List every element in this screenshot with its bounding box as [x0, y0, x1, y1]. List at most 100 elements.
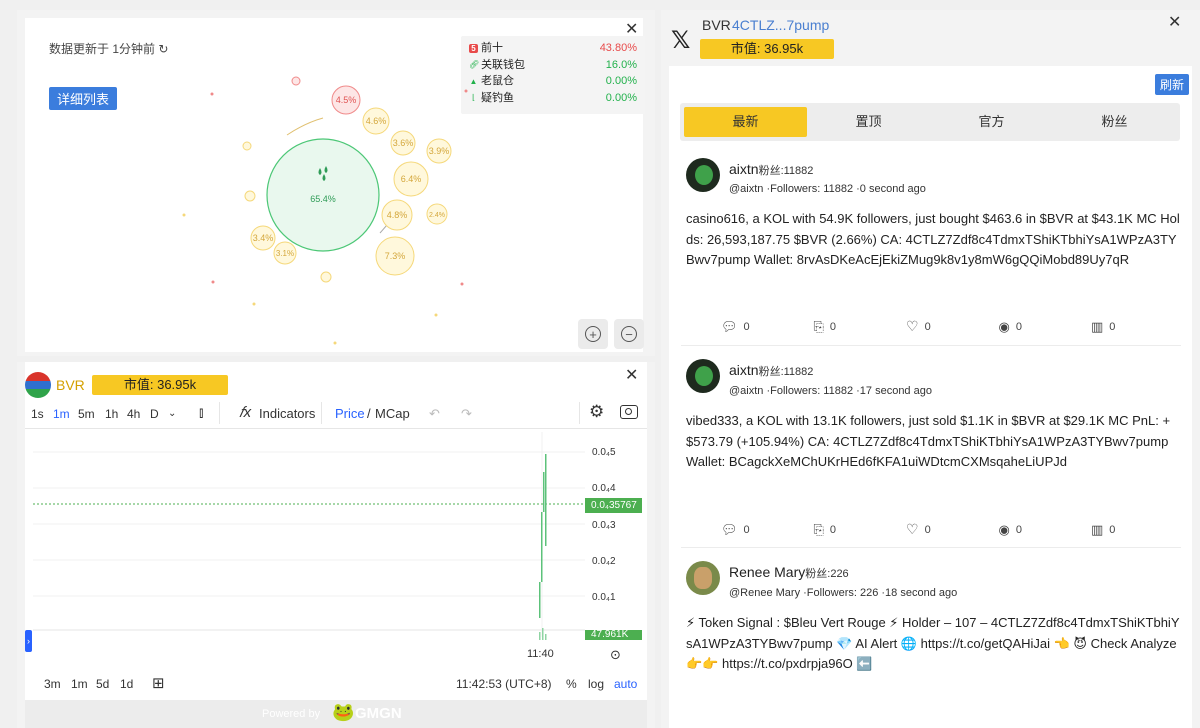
gear-icon[interactable]: ⚙	[589, 402, 604, 422]
user-handle: @aixtn ·Followers: 11882 ·0 second ago	[729, 183, 926, 195]
bubble[interactable]	[426, 138, 452, 164]
timeframe-1m[interactable]: 1m	[53, 407, 70, 421]
comment-icon: 💬︎	[721, 521, 738, 537]
bubble[interactable]	[393, 161, 429, 197]
candle	[541, 512, 543, 582]
bubble[interactable]	[273, 241, 297, 265]
price-tick: 0.0₄5	[592, 447, 616, 458]
contract-address[interactable]: 4CTLZ...7pump	[732, 17, 829, 33]
minus-icon: −	[621, 326, 637, 342]
indicators-button[interactable]: Indicators	[259, 406, 315, 421]
zoom-out-button[interactable]: −	[614, 319, 644, 349]
candle	[543, 472, 545, 512]
like-button[interactable]: ♡ 0	[906, 318, 966, 335]
tab-fans[interactable]: 粉丝	[1053, 107, 1176, 137]
tweet-actions: 💬︎ 0 ⎘ 0 ♡ 0 ◉ 0 ▥ 0	[721, 318, 1151, 335]
range-3m[interactable]: 3m	[44, 677, 61, 691]
brand-name: GMGN	[355, 705, 402, 722]
redo-icon[interactable]: ↷	[461, 406, 472, 422]
powered-by-text: Powered by	[262, 708, 321, 720]
price-tick: 0.0₄4	[592, 483, 616, 494]
log-toggle[interactable]: log	[588, 677, 604, 691]
timeframe-1s[interactable]: 1s	[31, 407, 44, 421]
market-cap-badge: 市值: 36.95k	[700, 39, 834, 59]
refresh-icon[interactable]: ↻	[158, 42, 168, 56]
bubble[interactable]	[381, 199, 413, 231]
bubble[interactable]	[266, 138, 380, 252]
bubble-map: 数据更新于 1分钟前 ↻ 详细列表 ✕ 5 前十 43.80% 🔗︎ 关联钱包 16…	[25, 18, 645, 352]
camera-icon[interactable]	[620, 405, 638, 419]
tab-official[interactable]: 官方	[930, 107, 1053, 137]
bubble[interactable]	[426, 203, 448, 225]
stats-button[interactable]: ▥ 0	[1091, 521, 1151, 538]
bubble[interactable]	[375, 236, 415, 276]
like-button[interactable]: ♡ 0	[906, 521, 966, 538]
legend-row[interactable]: 🔗︎ 关联钱包 16.0%	[469, 57, 637, 74]
bubble[interactable]	[390, 130, 416, 156]
chart-panel: BVR 市值: 36.95k ✕ 1s 1m 5m 1h 4h D ⌄ ⫾ 𝑓x…	[17, 362, 655, 728]
bubble[interactable]	[331, 85, 361, 115]
avatar[interactable]	[686, 561, 720, 595]
retweet-button[interactable]: ⎘ 0	[814, 318, 874, 335]
heart-icon: ♡	[906, 318, 919, 334]
user-name: aixtn粉丝:11882	[729, 362, 814, 378]
legend-row[interactable]: ▲ 老鼠仓 0.00%	[469, 73, 637, 90]
close-icon[interactable]: ✕	[1168, 15, 1181, 31]
holder-legend: 5 前十 43.80% 🔗︎ 关联钱包 16.0% ▲ 老鼠仓 0.00% ⌊ 疑钓鱼 …	[461, 36, 645, 114]
legend-row[interactable]: ⌊ 疑钓鱼 0.00%	[469, 90, 637, 107]
user-handle: @Renee Mary ·Followers: 226 ·18 second a…	[729, 587, 958, 599]
detail-list-button[interactable]: 详细列表	[49, 87, 118, 110]
frog-logo-icon: 🐸	[332, 702, 355, 722]
eye-icon: ◉	[998, 318, 1010, 334]
refresh-button[interactable]: 刷新	[1155, 74, 1190, 95]
footer: Powered by 🐸 GMGN	[25, 700, 647, 728]
x-logo-icon: 𝕏	[671, 27, 691, 54]
fishing-icon: ⌊	[471, 93, 476, 103]
legend-row[interactable]: 5 前十 43.80%	[469, 40, 637, 57]
range-5d[interactable]: 5d	[96, 677, 109, 691]
bubble[interactable]	[250, 225, 276, 251]
price-chart-widget: BVR 市值: 36.95k ✕ 1s 1m 5m 1h 4h D ⌄ ⫾ 𝑓x…	[25, 362, 647, 728]
chevron-down-icon[interactable]: ⌄	[168, 408, 176, 419]
reply-button[interactable]: 💬︎ 0	[721, 318, 781, 335]
candle-type-icon[interactable]: ⫾	[199, 404, 203, 421]
volume-label: 47.961K	[585, 630, 642, 640]
percent-toggle[interactable]: %	[566, 677, 577, 691]
tab-pinned[interactable]: 置顶	[807, 107, 930, 137]
timeframe-5m[interactable]: 5m	[78, 407, 95, 421]
stats-button[interactable]: ▥ 0	[1091, 318, 1151, 335]
bubble[interactable]	[362, 107, 390, 135]
zoom-in-button[interactable]: +	[578, 319, 608, 349]
function-icon[interactable]: 𝑓x	[239, 404, 251, 421]
top-ten-icon: 5	[469, 43, 478, 53]
tab-latest[interactable]: 最新	[684, 107, 807, 137]
range-1d[interactable]: 1d	[120, 677, 133, 691]
mcap-toggle[interactable]: MCap	[375, 406, 410, 421]
retweet-icon: ⎘	[813, 521, 824, 537]
retweet-button[interactable]: ⎘ 0	[814, 521, 874, 538]
date-range-icon[interactable]: ⊞	[152, 674, 165, 692]
close-icon[interactable]: ✕	[625, 368, 638, 384]
update-status: 数据更新于 1分钟前 ↻	[49, 42, 169, 56]
auto-toggle[interactable]: auto	[614, 677, 637, 691]
avatar[interactable]	[686, 158, 720, 192]
eye-icon: ◉	[998, 521, 1010, 537]
undo-icon[interactable]: ↶	[429, 406, 440, 422]
avatar[interactable]	[686, 359, 720, 393]
views-button[interactable]: ◉ 0	[999, 318, 1059, 335]
axis-settings-icon[interactable]: ⊙	[610, 647, 621, 663]
current-price-label: 0.0₄35767	[585, 498, 642, 513]
heart-icon: ♡	[906, 521, 919, 537]
price-plot	[33, 432, 585, 640]
range-1m[interactable]: 1m	[71, 677, 88, 691]
views-button[interactable]: ◉ 0	[999, 521, 1059, 538]
timeframe-1h[interactable]: 1h	[105, 407, 118, 421]
timeframe-d[interactable]: D	[150, 407, 159, 421]
tweet-text: casino616, a KOL with 54.9K followers, j…	[686, 211, 1180, 267]
expand-handle[interactable]: ›	[25, 630, 32, 652]
candle	[545, 454, 547, 546]
price-toggle[interactable]: Price	[335, 406, 365, 421]
timeframe-4h[interactable]: 4h	[127, 407, 140, 421]
price-tick: 0.0₄2	[592, 556, 616, 567]
reply-button[interactable]: 💬︎ 0	[721, 521, 781, 538]
